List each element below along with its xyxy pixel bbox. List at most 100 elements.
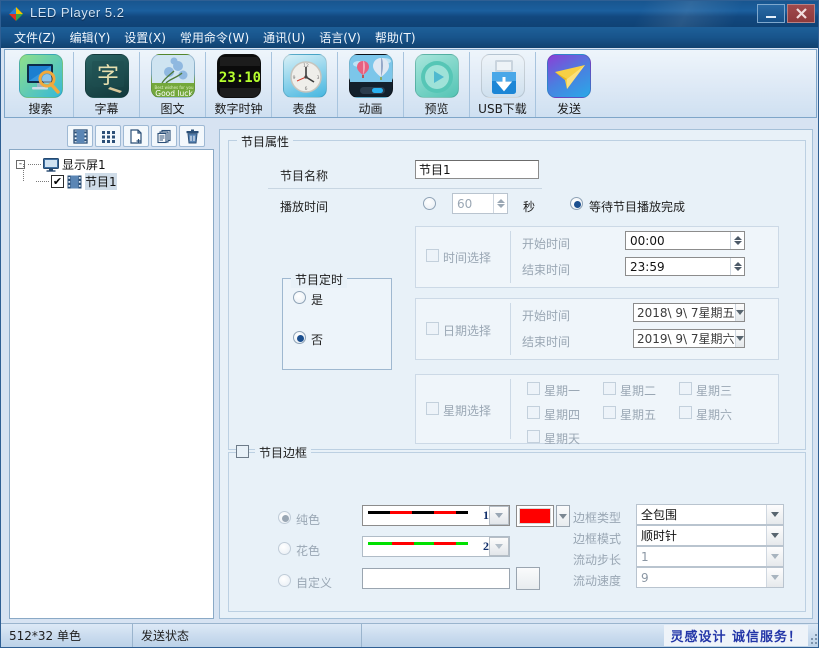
play-time-spinner[interactable]: 60	[452, 193, 508, 214]
border-groupbox-title: 节目边框	[255, 444, 312, 461]
border-mode-dropdown-button[interactable]	[766, 526, 783, 545]
border-style2-combo[interactable]: 2	[362, 536, 510, 557]
weekday-checkbox-mon[interactable]	[527, 382, 540, 395]
menu-commands[interactable]: 常用命令(W)	[173, 27, 256, 48]
flow-speed-dropdown-button[interactable]	[766, 568, 783, 587]
date-start-dropdown-button[interactable]	[734, 304, 744, 321]
weekday-checkbox-fri[interactable]	[603, 406, 616, 419]
toolbar-button-subtitle[interactable]: 字 字幕	[74, 52, 140, 117]
menu-help[interactable]: 帮助(T)	[368, 27, 423, 48]
flow-step-dropdown-button[interactable]	[766, 547, 783, 566]
toolbar-button-image-text[interactable]: Best wishes for you Good luck 图文	[140, 52, 206, 117]
toolbar-button-search[interactable]: 搜索	[8, 52, 74, 117]
toolbar-button-send[interactable]: 发送	[536, 52, 602, 117]
menu-file[interactable]: 文件(Z)	[7, 27, 63, 48]
send-paperplane-icon	[547, 54, 591, 98]
weekday-label-thu: 星期四	[544, 408, 581, 422]
toolbar-label-search: 搜索	[28, 102, 53, 116]
border-enable-checkbox[interactable]	[236, 445, 249, 458]
date-start-picker[interactable]: 2018\ 9\ 7星期五	[633, 303, 745, 322]
toolbar-button-animation[interactable]: 动画	[338, 52, 404, 117]
menu-settings[interactable]: 设置(X)	[117, 27, 173, 48]
border-color-dropdown-button[interactable]	[556, 505, 570, 527]
flow-speed-combo[interactable]: 9	[636, 567, 784, 588]
border-pattern-radio[interactable]	[278, 542, 291, 555]
menu-language[interactable]: 语言(V)	[312, 27, 368, 48]
time-end-spinner[interactable]: 23:59	[625, 257, 745, 276]
time-select-checkbox[interactable]	[426, 249, 439, 262]
close-button[interactable]	[787, 4, 815, 23]
border-solid-radio[interactable]	[278, 511, 291, 524]
copy-button[interactable]	[151, 125, 177, 147]
film-strip-icon	[67, 175, 82, 188]
add-program-button[interactable]	[67, 125, 93, 147]
border-type-combo[interactable]: 全包围	[636, 504, 784, 525]
time-end-spinner-arrows[interactable]	[730, 258, 744, 275]
time-end-value: 23:59	[630, 259, 665, 274]
schedule-yes-radio[interactable]	[293, 291, 306, 304]
border-style1-dropdown-button[interactable]	[489, 506, 509, 525]
toolbar-label-dial: 表盘	[292, 102, 317, 116]
border-type-dropdown-button[interactable]	[766, 505, 783, 524]
week-select-checkbox[interactable]	[426, 402, 439, 415]
weekday-label-fri: 星期五	[620, 408, 657, 422]
border-custom-radio[interactable]	[278, 574, 291, 587]
border-mode-combo[interactable]: 顺时针	[636, 525, 784, 546]
play-time-spinner-arrows[interactable]	[493, 194, 507, 213]
play-time-value: 60	[457, 196, 473, 211]
image-text-flower-icon: Best wishes for you Good luck	[150, 54, 195, 98]
border-color-picker[interactable]	[516, 505, 554, 527]
weekday-checkbox-wed[interactable]	[679, 382, 692, 395]
time-start-spinner-arrows[interactable]	[730, 232, 744, 249]
border-style2-dropdown-button[interactable]	[489, 537, 509, 556]
weekday-label-mon: 星期一	[544, 384, 581, 398]
resize-grip-icon[interactable]	[808, 633, 818, 645]
weekday-checkbox-thu[interactable]	[527, 406, 540, 419]
flow-speed-value: 9	[641, 570, 649, 585]
monitor-icon	[43, 157, 59, 172]
main-toolbar: 搜索 字 字幕 Best wishes for you Good luck 图文…	[4, 49, 817, 118]
flow-step-label: 流动步长	[573, 553, 622, 567]
toolbar-button-dial[interactable]: 12 3 6 9 表盘	[272, 52, 338, 117]
menu-edit[interactable]: 编辑(Y)	[63, 27, 118, 48]
weekday-checkbox-sat[interactable]	[679, 406, 692, 419]
wait-finish-radio[interactable]	[570, 197, 583, 210]
border-custom-input[interactable]	[362, 568, 510, 589]
time-start-spinner[interactable]: 00:00	[625, 231, 745, 250]
menu-communication[interactable]: 通讯(U)	[256, 27, 312, 48]
app-diamond-logo-icon	[9, 7, 23, 21]
minimize-button[interactable]	[757, 4, 785, 23]
toolbar-label-animation: 动画	[358, 102, 383, 116]
date-start-value: 2018\ 9\ 7星期五	[637, 306, 735, 320]
border-custom-browse-button[interactable]	[516, 567, 540, 590]
toolbar-label-subtitle: 字幕	[94, 102, 119, 116]
tree-node-program[interactable]: ✔ 节目1	[23, 164, 213, 190]
new-file-button[interactable]	[123, 125, 149, 147]
program-name-input[interactable]	[415, 160, 539, 179]
grid-view-button[interactable]	[95, 125, 121, 147]
flow-speed-label: 流动速度	[573, 574, 622, 588]
date-end-picker[interactable]: 2019\ 9\ 7星期六	[633, 329, 745, 348]
schedule-no-radio[interactable]	[293, 331, 306, 344]
border-type-value: 全包围	[641, 508, 678, 522]
weekday-checkbox-tue[interactable]	[603, 382, 616, 395]
date-select-checkbox[interactable]	[426, 322, 439, 335]
wait-finish-label: 等待节目播放完成	[589, 200, 686, 214]
minimize-icon	[766, 16, 776, 18]
toolbar-button-digital-clock[interactable]: 23:10 数字时钟	[206, 52, 272, 117]
toolbar-button-preview[interactable]: 预览	[404, 52, 470, 117]
subtitle-character-icon: 字	[84, 54, 129, 98]
time-start-value: 00:00	[630, 233, 665, 248]
status-bar: 512*32 单色 发送状态 灵感设计 诚信服务！	[1, 623, 818, 647]
flow-step-combo[interactable]: 1	[636, 546, 784, 567]
date-end-dropdown-button[interactable]	[734, 330, 744, 347]
tree-node-screen[interactable]: - 显示屏1	[16, 156, 213, 173]
weekday-checkbox-sun[interactable]	[527, 430, 540, 443]
play-time-radio[interactable]	[423, 197, 436, 210]
border-mode-label: 边框模式	[573, 532, 622, 546]
border-style1-combo[interactable]: 1	[362, 505, 510, 526]
toolbar-button-usb-download[interactable]: USB下载	[470, 52, 536, 117]
program-checkbox[interactable]: ✔	[51, 175, 64, 188]
title-bar: LED Player 5.2	[1, 1, 818, 27]
delete-button[interactable]	[179, 125, 205, 147]
